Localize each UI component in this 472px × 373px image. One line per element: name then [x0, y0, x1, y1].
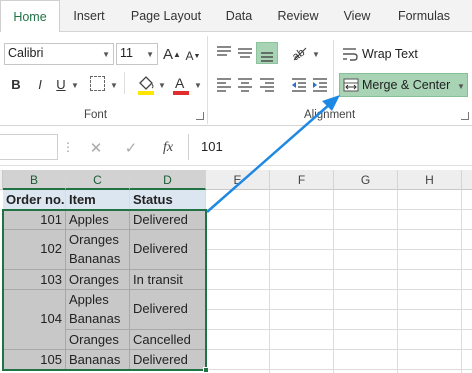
column-header-g[interactable]: G [334, 170, 398, 190]
tab-review[interactable]: Review [270, 0, 326, 32]
middle-align-icon[interactable] [236, 44, 254, 60]
decrease-indent-icon[interactable] [290, 77, 308, 93]
borders-dropdown-icon[interactable]: ▼ [110, 81, 118, 90]
column-header-b[interactable]: B [3, 170, 66, 190]
font-color-dropdown-icon[interactable]: ▼ [194, 81, 202, 90]
header-cell-order-no[interactable]: Order no. [3, 190, 66, 210]
item-cell[interactable]: Oranges [66, 270, 130, 290]
enter-icon[interactable]: ✓ [123, 139, 139, 157]
empty-grid [206, 190, 472, 373]
name-box[interactable] [0, 134, 58, 160]
font-dialog-launcher-icon[interactable] [196, 112, 204, 120]
header-cell-status[interactable]: Status [130, 190, 206, 210]
alignment-group-label: Alignment [304, 109, 356, 121]
tab-data[interactable]: Data [216, 0, 262, 32]
wrap-text-icon [342, 46, 358, 62]
font-name-dropdown[interactable]: Calibri ▼ [4, 43, 114, 65]
column-header-d[interactable]: D [130, 170, 206, 190]
font-name-value: Calibri [8, 46, 44, 60]
chevron-down-icon: ▼ [146, 50, 154, 59]
item-cell[interactable]: Apples [66, 210, 130, 230]
align-left-icon[interactable] [215, 77, 233, 93]
group-divider [207, 36, 208, 124]
svg-text:A: A [175, 75, 185, 91]
top-align-icon[interactable] [215, 44, 233, 60]
cancel-icon[interactable]: ✕ [88, 139, 104, 157]
tab-page-layout[interactable]: Page Layout [122, 0, 210, 32]
status-cell[interactable]: Delivered [130, 290, 206, 330]
column-header-overflow [462, 170, 472, 190]
item-cell[interactable]: Apples Bananas [66, 290, 130, 330]
formula-value: 101 [201, 139, 223, 154]
column-header-c[interactable]: C [66, 170, 130, 190]
align-center-icon[interactable] [236, 77, 254, 93]
formula-input[interactable]: 101 [188, 134, 472, 160]
status-cell[interactable]: Delivered [130, 210, 206, 230]
order-cell[interactable]: 103 [3, 270, 66, 290]
status-cell[interactable]: In transit [130, 270, 206, 290]
more-icon: ⋮ [62, 140, 74, 154]
merge-center-button[interactable]: Merge & Center ▼ [339, 73, 468, 97]
tab-formulas[interactable]: Formulas [388, 0, 460, 32]
item-line: Bananas [69, 311, 121, 326]
column-header-h[interactable]: H [398, 170, 462, 190]
bold-button[interactable]: B [8, 74, 24, 94]
borders-icon[interactable] [90, 76, 105, 91]
tab-view[interactable]: View [334, 0, 380, 32]
tab-home[interactable]: Home [0, 0, 60, 33]
chevron-down-icon: ▼ [457, 82, 465, 91]
bottom-align-icon[interactable] [256, 42, 278, 64]
underline-button[interactable]: U [54, 74, 68, 94]
order-cell-merged[interactable]: 104 [3, 290, 66, 350]
font-size-value: 11 [120, 46, 133, 60]
merge-center-label: Merge & Center [362, 78, 451, 92]
fill-color-dropdown-icon[interactable]: ▼ [158, 81, 166, 90]
orientation-dropdown-icon[interactable]: ▼ [312, 50, 320, 59]
item-cell[interactable]: Bananas [66, 350, 130, 370]
chevron-down-icon: ▼ [102, 50, 110, 59]
item-cell[interactable]: Oranges Bananas [66, 230, 130, 270]
fill-color-icon[interactable] [136, 74, 156, 96]
item-line: Apples [69, 292, 109, 307]
status-cell[interactable]: Delivered [130, 350, 206, 370]
wrap-text-button[interactable]: Wrap Text [340, 42, 460, 66]
increase-font-size-icon[interactable]: A ▲ [163, 44, 181, 64]
italic-button[interactable]: I [32, 74, 48, 94]
column-header-f[interactable]: F [270, 170, 334, 190]
merge-center-icon [343, 77, 359, 93]
status-cell[interactable]: Delivered [130, 230, 206, 270]
item-line: Oranges [69, 232, 119, 247]
orientation-icon[interactable]: ab [290, 44, 310, 63]
fill-handle[interactable] [203, 367, 209, 373]
column-header-e[interactable]: E [206, 170, 270, 190]
order-cell[interactable]: 101 [3, 210, 66, 230]
alignment-dialog-launcher-icon[interactable] [461, 112, 469, 120]
font-group-label: Font [84, 109, 108, 121]
svg-text:ab: ab [290, 46, 307, 62]
item-cell[interactable]: Oranges [66, 330, 130, 350]
insert-function-icon[interactable]: fx [158, 139, 178, 157]
font-size-dropdown[interactable]: 11 ▼ [116, 43, 158, 65]
underline-dropdown-icon[interactable]: ▼ [71, 81, 79, 90]
decrease-font-size-icon[interactable]: A ▼ [184, 46, 202, 66]
tab-insert[interactable]: Insert [62, 0, 116, 32]
status-cell[interactable]: Cancelled [130, 330, 206, 350]
font-color-icon[interactable]: A [172, 74, 190, 96]
wrap-text-label: Wrap Text [362, 47, 418, 61]
order-cell[interactable]: 102 [3, 230, 66, 270]
header-cell-item[interactable]: Item [66, 190, 130, 210]
increase-indent-icon[interactable] [311, 77, 329, 93]
align-right-icon[interactable] [258, 77, 276, 93]
item-line: Bananas [69, 251, 121, 266]
order-cell[interactable]: 105 [3, 350, 66, 370]
divider [124, 72, 125, 94]
divider [333, 40, 334, 98]
